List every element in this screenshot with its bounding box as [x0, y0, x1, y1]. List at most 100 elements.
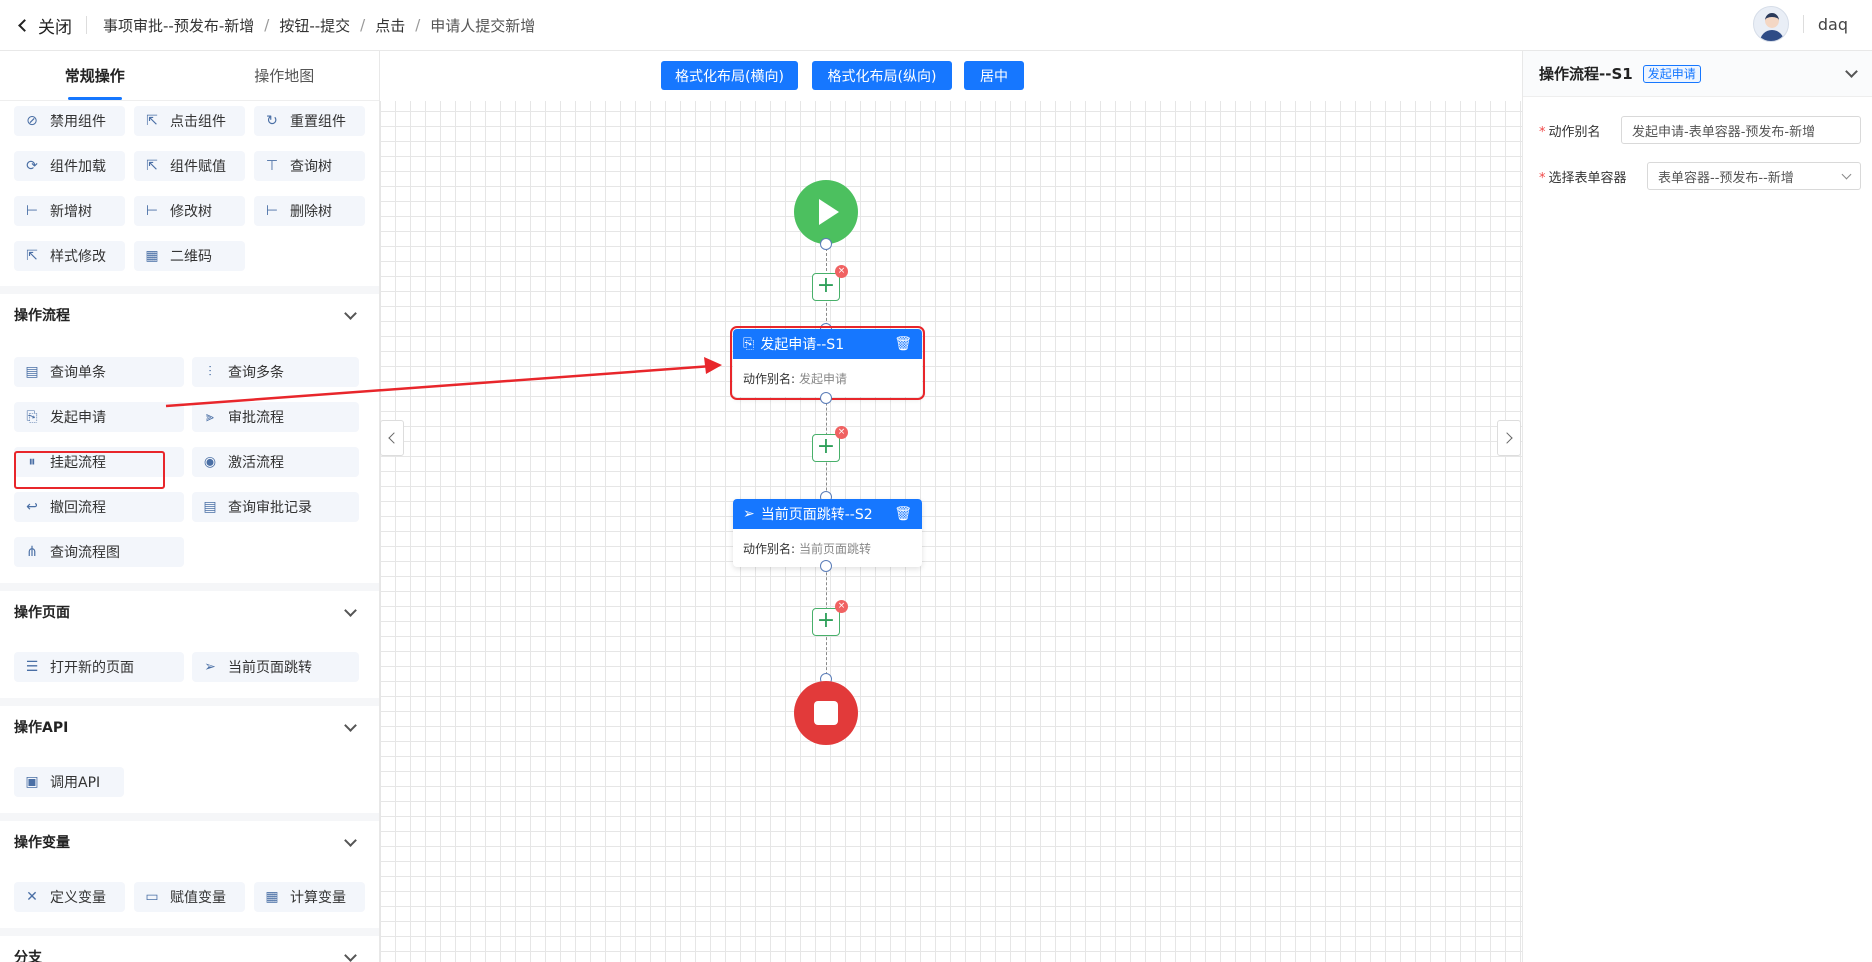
section-header-page[interactable]: 操作页面: [0, 583, 379, 633]
collapse-right-panel-button[interactable]: [1497, 420, 1521, 456]
close-button[interactable]: 关闭: [18, 13, 72, 38]
reset-icon: ↻: [266, 113, 278, 129]
palette-item[interactable]: ◉ 激活流程: [192, 447, 359, 477]
section-title: 操作API: [14, 720, 69, 736]
tree-edit-icon: ⊢: [145, 203, 159, 219]
section-header-variables[interactable]: 操作变量: [0, 813, 379, 863]
palette-item[interactable]: ▦ 计算变量: [254, 882, 365, 912]
section-title: 操作变量: [14, 835, 70, 851]
collapse-left-panel-button[interactable]: [380, 420, 404, 456]
form-submit-icon: ⎘: [26, 409, 38, 425]
remove-connector-icon[interactable]: ×: [835, 265, 848, 278]
form-container-select[interactable]: 表单容器--预发布--新增: [1647, 162, 1861, 190]
flow-node-header: ➢ 当前页面跳转--S2 🗑: [733, 499, 922, 529]
remove-connector-icon[interactable]: ×: [835, 426, 848, 439]
left-tabs: 常规操作 操作地图: [0, 51, 379, 101]
add-step-button[interactable]: +: [812, 608, 840, 636]
flow-connector: [826, 243, 827, 725]
breadcrumb-item[interactable]: 事项审批--预发布-新增: [103, 15, 254, 36]
palette-item[interactable]: ↻ 重置组件: [254, 106, 365, 136]
palette-item[interactable]: ⊢ 新增树: [14, 196, 125, 226]
palette-item[interactable]: ▤ 查询单条: [14, 357, 184, 387]
chevron-down-icon[interactable]: [1845, 65, 1858, 78]
palette-item[interactable]: ↩ 撤回流程: [14, 492, 184, 522]
properties-header[interactable]: 操作流程--S1 发起申请: [1523, 51, 1872, 97]
flow-node-title: 当前页面跳转--S2: [760, 507, 873, 523]
remove-connector-icon[interactable]: ×: [835, 600, 848, 613]
breadcrumb-separator: /: [360, 16, 366, 34]
palette-item[interactable]: ⫸ 审批流程: [192, 402, 359, 432]
section-header-api[interactable]: 操作API: [0, 698, 379, 748]
palette-item-start-application[interactable]: ⎘ 发起申请: [14, 402, 184, 432]
field-label: * 动作别名: [1539, 124, 1601, 140]
user-menu[interactable]: daq: [1752, 6, 1848, 42]
port[interactable]: [820, 392, 832, 404]
flow-node-s2[interactable]: ➢ 当前页面跳转--S2 🗑 动作别名: 当前页面跳转: [733, 499, 922, 567]
close-label: 关闭: [38, 17, 72, 38]
chevron-down-icon: [344, 948, 357, 962]
palette-item[interactable]: ☰ 打开新的页面: [14, 652, 184, 682]
port[interactable]: [820, 560, 832, 572]
section-header-process[interactable]: 操作流程: [0, 286, 379, 336]
palette-item[interactable]: ⟳ 组件加载: [14, 151, 125, 181]
target-icon: ◉: [203, 454, 217, 470]
center-button[interactable]: 居中: [964, 61, 1024, 90]
palette-item[interactable]: ▭ 赋值变量: [134, 882, 245, 912]
divider: [86, 16, 87, 34]
username: daq: [1817, 14, 1848, 34]
port[interactable]: [820, 238, 832, 250]
palette-item[interactable]: ⊘ 禁用组件: [14, 106, 125, 136]
format-vertical-button[interactable]: 格式化布局(纵向): [812, 61, 952, 90]
palette-item-label: 修改树: [170, 204, 212, 220]
format-horizontal-button[interactable]: 格式化布局(横向): [661, 61, 798, 90]
palette-item[interactable]: ▤ 查询审批记录: [192, 492, 359, 522]
palette-item[interactable]: ⇱ 组件赋值: [134, 151, 245, 181]
palette-item-label: 二维码: [170, 249, 212, 265]
tab-regular-operations[interactable]: 常规操作: [0, 51, 190, 100]
chevron-down-icon: [1841, 169, 1852, 179]
chevron-right-icon: [1501, 432, 1513, 444]
flow-node-header: ⎘ 发起申请--S1 🗑: [733, 329, 922, 359]
list-icon: ☰: [25, 659, 39, 675]
trash-icon[interactable]: 🗑: [894, 506, 912, 522]
palette-item[interactable]: ⫶ 查询多条: [192, 357, 359, 387]
breadcrumb-item[interactable]: 点击: [375, 15, 405, 36]
alias-value: 发起申请: [799, 371, 848, 386]
avatar[interactable]: [1752, 6, 1789, 42]
trash-icon[interactable]: 🗑: [894, 336, 912, 352]
api-icon: ▣: [25, 774, 39, 790]
palette-item[interactable]: ⊤ 查询树: [254, 151, 365, 181]
reload-icon: ⟳: [26, 158, 38, 174]
palette-item-label: 查询单条: [50, 365, 106, 381]
chevron-down-icon: [344, 603, 357, 617]
end-node[interactable]: [794, 681, 858, 745]
palette-item[interactable]: ▣ 调用API: [14, 767, 124, 797]
flow-node-s1[interactable]: ⎘ 发起申请--S1 🗑 动作别名: 发起申请: [730, 326, 925, 400]
add-step-button[interactable]: +: [812, 434, 840, 462]
palette-item[interactable]: ⊢ 修改树: [134, 196, 245, 226]
palette-item-label: 禁用组件: [50, 114, 106, 130]
left-panel: 常规操作 操作地图 ⊘ 禁用组件 ⇱ 点击组件 ↻ 重置组件 ⟳ 组件加载 ⇱ …: [0, 51, 380, 962]
breadcrumb-item[interactable]: 按钮--提交: [279, 15, 350, 36]
top-bar: 关闭 事项审批--预发布-新增 / 按钮--提交 / 点击 / 申请人提交新增 …: [0, 0, 1872, 51]
flow-canvas[interactable]: 格式化布局(横向) 格式化布局(纵向) 居中 + × ⎘ 发起申请--S1 🗑 …: [380, 51, 1522, 962]
palette-item[interactable]: ▦ 二维码: [134, 241, 245, 271]
divider: [1802, 15, 1804, 33]
alias-input[interactable]: 发起申请-表单容器-预发布-新增: [1621, 116, 1861, 144]
palette-item[interactable]: ➢ 当前页面跳转: [192, 652, 359, 682]
palette-item[interactable]: ✕ 定义变量: [14, 882, 125, 912]
add-step-button[interactable]: +: [812, 273, 840, 301]
section-header-branch[interactable]: 分支: [0, 928, 379, 962]
palette-item-label: 查询树: [290, 159, 332, 175]
highlight-box: [14, 451, 165, 489]
palette-item[interactable]: ⊢ 删除树: [254, 196, 365, 226]
palette-item[interactable]: ⇱ 点击组件: [134, 106, 245, 136]
palette-item[interactable]: ⋔ 查询流程图: [14, 537, 184, 567]
tab-operation-map[interactable]: 操作地图: [190, 51, 380, 100]
palette-item-label: 调用API: [50, 775, 101, 791]
palette-item-label: 样式修改: [50, 249, 106, 265]
flow-node-title: 发起申请--S1: [760, 337, 845, 353]
start-node[interactable]: [794, 180, 858, 244]
palette-item[interactable]: ⇱ 样式修改: [14, 241, 125, 271]
pointer-icon: ⇱: [26, 248, 38, 264]
